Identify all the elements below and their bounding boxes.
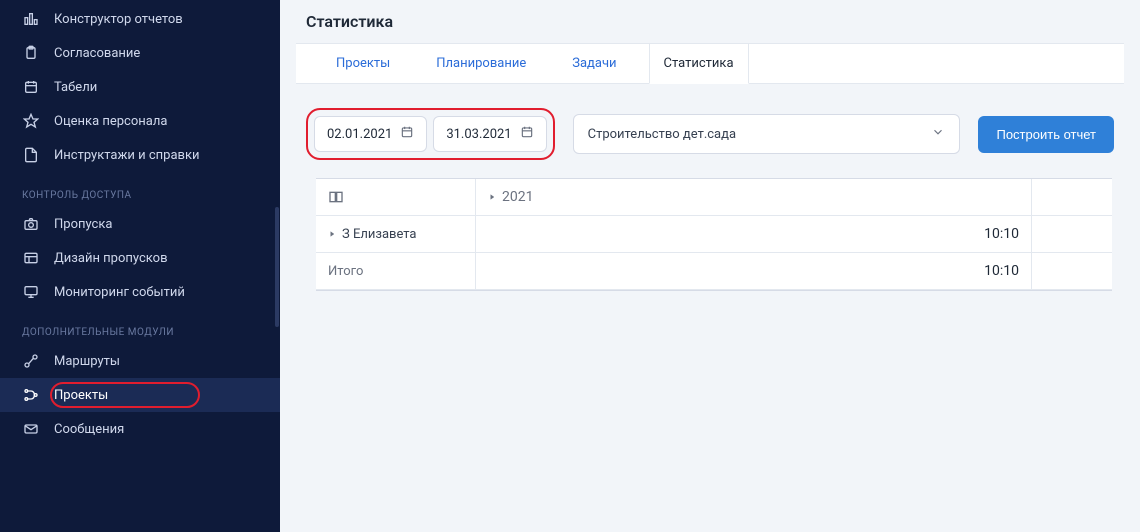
sidebar-item-label: Конструктор отчетов: [54, 12, 183, 27]
sidebar-item-report-builder[interactable]: Конструктор отчетов: [0, 2, 280, 36]
calendar-icon: [22, 78, 40, 96]
tab-planning[interactable]: Планирование: [422, 44, 540, 83]
branch-icon: [22, 386, 40, 404]
sidebar-item-label: Инструктажи и справки: [54, 148, 200, 163]
total-value: 10:10: [984, 263, 1019, 279]
camera-icon: [22, 215, 40, 233]
sidebar-item-routes[interactable]: Маршруты: [0, 344, 280, 378]
sidebar-item-label: Маршруты: [54, 354, 120, 369]
report-table: 2021 З Елизавета 10:10 Итого: [316, 178, 1112, 291]
chevron-down-icon: [931, 125, 945, 143]
clipboard-icon: [22, 44, 40, 62]
sidebar-item-timesheets[interactable]: Табели: [0, 70, 280, 104]
main-area: Статистика Проекты Планирование Задачи С…: [280, 0, 1140, 532]
total-empty-cell: [1032, 253, 1112, 289]
build-report-button[interactable]: Построить отчет: [978, 116, 1114, 153]
bar-chart-icon: [22, 10, 40, 28]
scrollbar-thumb[interactable]: [275, 207, 279, 327]
row-value: 10:10: [984, 226, 1019, 242]
sidebar-item-event-monitoring[interactable]: Мониторинг событий: [0, 275, 280, 309]
row-value-cell: 10:10: [476, 216, 1032, 252]
project-select-value: Строительство дет.сада: [588, 127, 736, 142]
sidebar-item-pass-design[interactable]: Дизайн пропусков: [0, 241, 280, 275]
star-icon: [22, 112, 40, 130]
collapse-column-header[interactable]: [316, 179, 476, 215]
tab-projects[interactable]: Проекты: [322, 44, 404, 83]
sidebar-item-label: Оценка персонала: [54, 114, 167, 129]
mail-icon: [22, 420, 40, 438]
total-label: Итого: [328, 264, 363, 279]
empty-header: [1032, 179, 1112, 215]
date-from-picker[interactable]: 02.01.2021: [314, 116, 427, 152]
table-header: 2021: [316, 179, 1112, 216]
table-row[interactable]: З Елизавета 10:10: [316, 216, 1112, 253]
sidebar-item-label: Табели: [54, 80, 97, 95]
date-to-value: 31.03.2021: [446, 127, 511, 142]
row-name-cell[interactable]: З Елизавета: [316, 216, 476, 252]
caret-right-icon: [328, 230, 336, 238]
year-column-header[interactable]: 2021: [476, 179, 1032, 215]
monitor-icon: [22, 283, 40, 301]
row-empty-cell: [1032, 216, 1112, 252]
tabs: Проекты Планирование Задачи Статистика: [296, 43, 1124, 84]
toolbar: 02.01.2021 31.03.2021 Строительство дет.…: [280, 84, 1140, 178]
date-to-picker[interactable]: 31.03.2021: [433, 116, 546, 152]
sidebar: Конструктор отчетов Согласование Табели …: [0, 0, 280, 532]
file-icon: [22, 146, 40, 164]
project-select[interactable]: Строительство дет.сада: [573, 114, 961, 154]
row-label: З Елизавета: [342, 227, 417, 242]
sidebar-item-briefings[interactable]: Инструктажи и справки: [0, 138, 280, 172]
route-icon: [22, 352, 40, 370]
tab-statistics[interactable]: Статистика: [649, 43, 749, 84]
date-from-value: 02.01.2021: [327, 127, 392, 142]
sidebar-item-passes[interactable]: Пропуска: [0, 207, 280, 241]
sidebar-item-approval[interactable]: Согласование: [0, 36, 280, 70]
sidebar-item-label: Пропуска: [54, 217, 112, 232]
sidebar-item-label: Проекты: [54, 388, 108, 403]
tab-tasks[interactable]: Задачи: [558, 44, 630, 83]
sidebar-section-access: КОНТРОЛЬ ДОСТУПА: [0, 172, 280, 207]
total-label-cell: Итого: [316, 253, 476, 289]
layout-icon: [22, 249, 40, 267]
calendar-icon: [400, 125, 414, 143]
sidebar-item-staff-eval[interactable]: Оценка персонала: [0, 104, 280, 138]
caret-right-icon: [488, 193, 496, 201]
year-header-label: 2021: [502, 189, 533, 205]
page-title: Статистика: [280, 0, 1140, 43]
sidebar-item-projects[interactable]: Проекты: [0, 378, 280, 412]
calendar-icon: [520, 125, 534, 143]
sidebar-item-messages[interactable]: Сообщения: [0, 412, 280, 446]
table-total-row: Итого 10:10: [316, 253, 1112, 290]
sidebar-item-label: Мониторинг событий: [54, 285, 185, 300]
sidebar-section-modules: ДОПОЛНИТЕЛЬНЫЕ МОДУЛИ: [0, 309, 280, 344]
sidebar-item-label: Согласование: [54, 46, 140, 61]
sidebar-item-label: Дизайн пропусков: [54, 251, 168, 266]
total-value-cell: 10:10: [476, 253, 1032, 289]
date-range-highlight: 02.01.2021 31.03.2021: [306, 108, 555, 160]
sidebar-item-label: Сообщения: [54, 422, 124, 437]
